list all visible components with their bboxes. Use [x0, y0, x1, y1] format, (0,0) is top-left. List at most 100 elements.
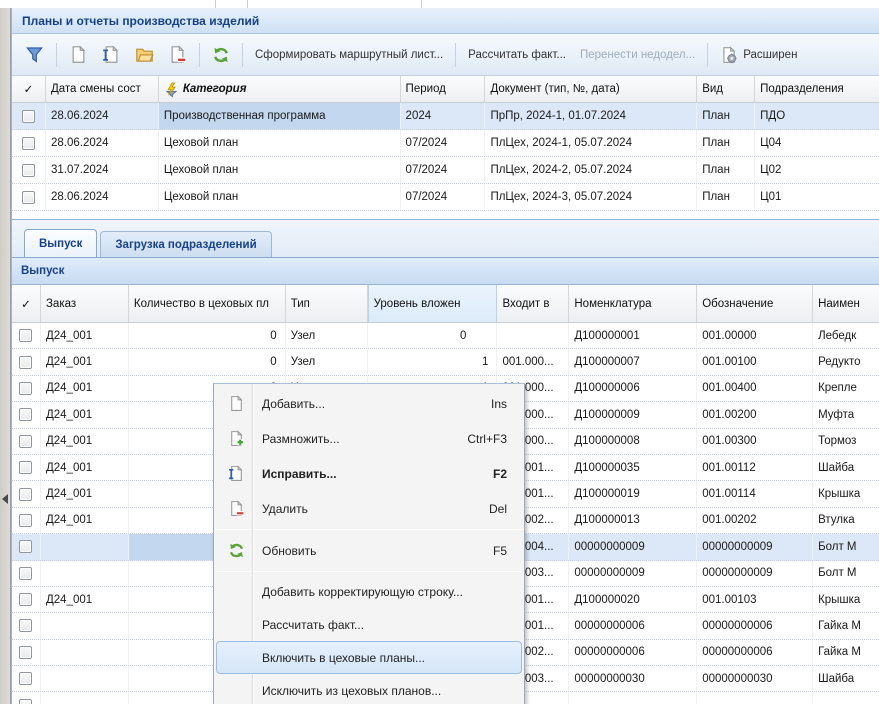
- cell-nom[interactable]: Д100000008: [569, 429, 697, 454]
- menu-exclude-from-shop-plans[interactable]: Исключить из цеховых планов...: [216, 674, 522, 704]
- cell-checkbox[interactable]: [12, 157, 46, 183]
- cell-nom[interactable]: 00000000009: [569, 534, 697, 559]
- column-header-kind[interactable]: Вид: [697, 76, 755, 102]
- cell-document[interactable]: ПлЦех, 2024-1, 05.07.2024: [485, 130, 697, 156]
- row-checkbox[interactable]: [19, 699, 32, 704]
- cell-category[interactable]: Цеховой план: [159, 157, 401, 183]
- row-checkbox[interactable]: [19, 408, 32, 421]
- cell-name[interactable]: Шайба: [813, 666, 879, 691]
- row-checkbox[interactable]: [19, 488, 32, 501]
- column-header-order[interactable]: Заказ: [41, 285, 129, 322]
- menu-refresh[interactable]: ОбновитьF5: [216, 533, 522, 568]
- cell-sign[interactable]: 001.00112: [697, 455, 813, 480]
- cell-kind[interactable]: План: [697, 130, 755, 156]
- cell-level[interactable]: 0: [368, 323, 498, 348]
- row-checkbox[interactable]: [19, 382, 32, 395]
- cell-sign[interactable]: 00000000006: [697, 640, 813, 665]
- column-header-check[interactable]: ✓: [12, 285, 41, 322]
- cell-order[interactable]: Д24_001: [41, 349, 129, 374]
- cell-checkbox[interactable]: [12, 692, 41, 704]
- menu-add[interactable]: Добавить...Ins: [216, 386, 522, 421]
- column-header-check[interactable]: ✓: [12, 76, 46, 102]
- column-header-period[interactable]: Период: [401, 76, 486, 102]
- cell-name[interactable]: Втулка: [813, 508, 879, 533]
- cell-nom[interactable]: 00000000030: [569, 666, 697, 691]
- cell-name[interactable]: Редукто: [813, 349, 879, 374]
- cell-sign[interactable]: 001.00100: [697, 349, 813, 374]
- cell-sign[interactable]: 00000000009: [697, 561, 813, 586]
- cell-name[interactable]: Муфта: [813, 402, 879, 427]
- row-checkbox[interactable]: [19, 329, 32, 342]
- cell-nom[interactable]: 00000000006: [569, 640, 697, 665]
- cell-nom[interactable]: Д100000019: [569, 481, 697, 506]
- cell-division[interactable]: Ц02: [755, 157, 879, 183]
- cell-checkbox[interactable]: [12, 666, 41, 691]
- cell-order[interactable]: [41, 534, 129, 559]
- calculate-fact-button[interactable]: Рассчитать факт...: [461, 45, 573, 65]
- cell-type[interactable]: Узел: [286, 349, 368, 374]
- cell-category[interactable]: Цеховой план: [159, 130, 401, 156]
- refresh-button[interactable]: [205, 42, 237, 68]
- cell-date[interactable]: 28.06.2024: [46, 103, 159, 129]
- cell-order[interactable]: Д24_001: [41, 323, 129, 348]
- table-row[interactable]: 28.06.2024Цеховой план07/2024ПлЦех, 2024…: [12, 184, 879, 211]
- collapse-arrow-icon[interactable]: [2, 494, 8, 504]
- cell-sign[interactable]: 00000000030: [697, 666, 813, 691]
- cell-checkbox[interactable]: [12, 184, 46, 210]
- cell-kind[interactable]: План: [697, 103, 755, 129]
- cell-category[interactable]: Производственная программа: [159, 103, 401, 129]
- column-header-date[interactable]: Дата смены сост: [46, 76, 159, 102]
- cell-division[interactable]: Ц04: [755, 130, 879, 156]
- cell-order[interactable]: [41, 613, 129, 638]
- tab-zagruzka-podrazdeleniy[interactable]: Загрузка подразделений: [100, 231, 271, 257]
- cell-name[interactable]: Тормоз: [813, 429, 879, 454]
- cell-nom[interactable]: Д100000020: [569, 587, 697, 612]
- cell-name[interactable]: Болт М: [813, 561, 879, 586]
- cell-period[interactable]: 2024: [401, 103, 486, 129]
- cell-checkbox[interactable]: [12, 402, 41, 427]
- cell-sign[interactable]: 001.00200: [697, 402, 813, 427]
- cell-parent[interactable]: [497, 323, 569, 348]
- cell-nom[interactable]: Д100000013: [569, 508, 697, 533]
- cell-period[interactable]: 07/2024: [401, 130, 486, 156]
- column-header-name[interactable]: Наимен: [813, 285, 879, 322]
- cell-nom[interactable]: [569, 692, 697, 704]
- cell-document[interactable]: ПрПр, 2024-1, 01.07.2024: [485, 103, 697, 129]
- cell-sign[interactable]: 001.00114: [697, 481, 813, 506]
- table-row[interactable]: 28.06.2024Цеховой план07/2024ПлЦех, 2024…: [12, 130, 879, 157]
- row-checkbox[interactable]: [19, 435, 32, 448]
- cell-document[interactable]: ПлЦех, 2024-3, 05.07.2024: [485, 184, 697, 210]
- cell-name[interactable]: Крышка: [813, 481, 879, 506]
- row-checkbox[interactable]: [19, 646, 32, 659]
- column-header-category[interactable]: Категория: [159, 76, 401, 102]
- cell-kind[interactable]: План: [697, 184, 755, 210]
- cell-checkbox[interactable]: [12, 455, 41, 480]
- cell-period[interactable]: 07/2024: [401, 184, 486, 210]
- cell-order[interactable]: Д24_001: [41, 402, 129, 427]
- row-checkbox[interactable]: [19, 356, 32, 369]
- menu-calc-fact[interactable]: Рассчитать факт...: [216, 608, 522, 641]
- cell-name[interactable]: Шайба: [813, 455, 879, 480]
- cell-name[interactable]: [813, 692, 879, 704]
- menu-include-in-shop-plans[interactable]: Включить в цеховые планы...: [216, 641, 522, 674]
- table-row[interactable]: Д24_0010Узел1001.000...Д100000007001.001…: [12, 349, 879, 375]
- cell-name[interactable]: Гайка М: [813, 613, 879, 638]
- cell-checkbox[interactable]: [12, 481, 41, 506]
- cell-checkbox[interactable]: [12, 376, 41, 401]
- cell-checkbox[interactable]: [12, 130, 46, 156]
- cell-checkbox[interactable]: [12, 587, 41, 612]
- cell-sign[interactable]: 00000000006: [697, 613, 813, 638]
- cell-checkbox[interactable]: [12, 103, 46, 129]
- cell-name[interactable]: Крышка: [813, 587, 879, 612]
- cell-qty[interactable]: 0: [129, 323, 286, 348]
- cell-order[interactable]: [41, 640, 129, 665]
- column-header-division[interactable]: Подразделения: [755, 76, 879, 102]
- table-row[interactable]: Д24_0010Узел0Д100000001001.00000Лебедк: [12, 323, 879, 349]
- cell-order[interactable]: Д24_001: [41, 587, 129, 612]
- menu-duplicate[interactable]: Размножить...Ctrl+F3: [216, 421, 522, 456]
- cell-name[interactable]: Лебедк: [813, 323, 879, 348]
- cell-sign[interactable]: [697, 692, 813, 704]
- cell-checkbox[interactable]: [12, 349, 41, 374]
- filter-button[interactable]: [18, 41, 51, 68]
- cell-sign[interactable]: 001.00000: [697, 323, 813, 348]
